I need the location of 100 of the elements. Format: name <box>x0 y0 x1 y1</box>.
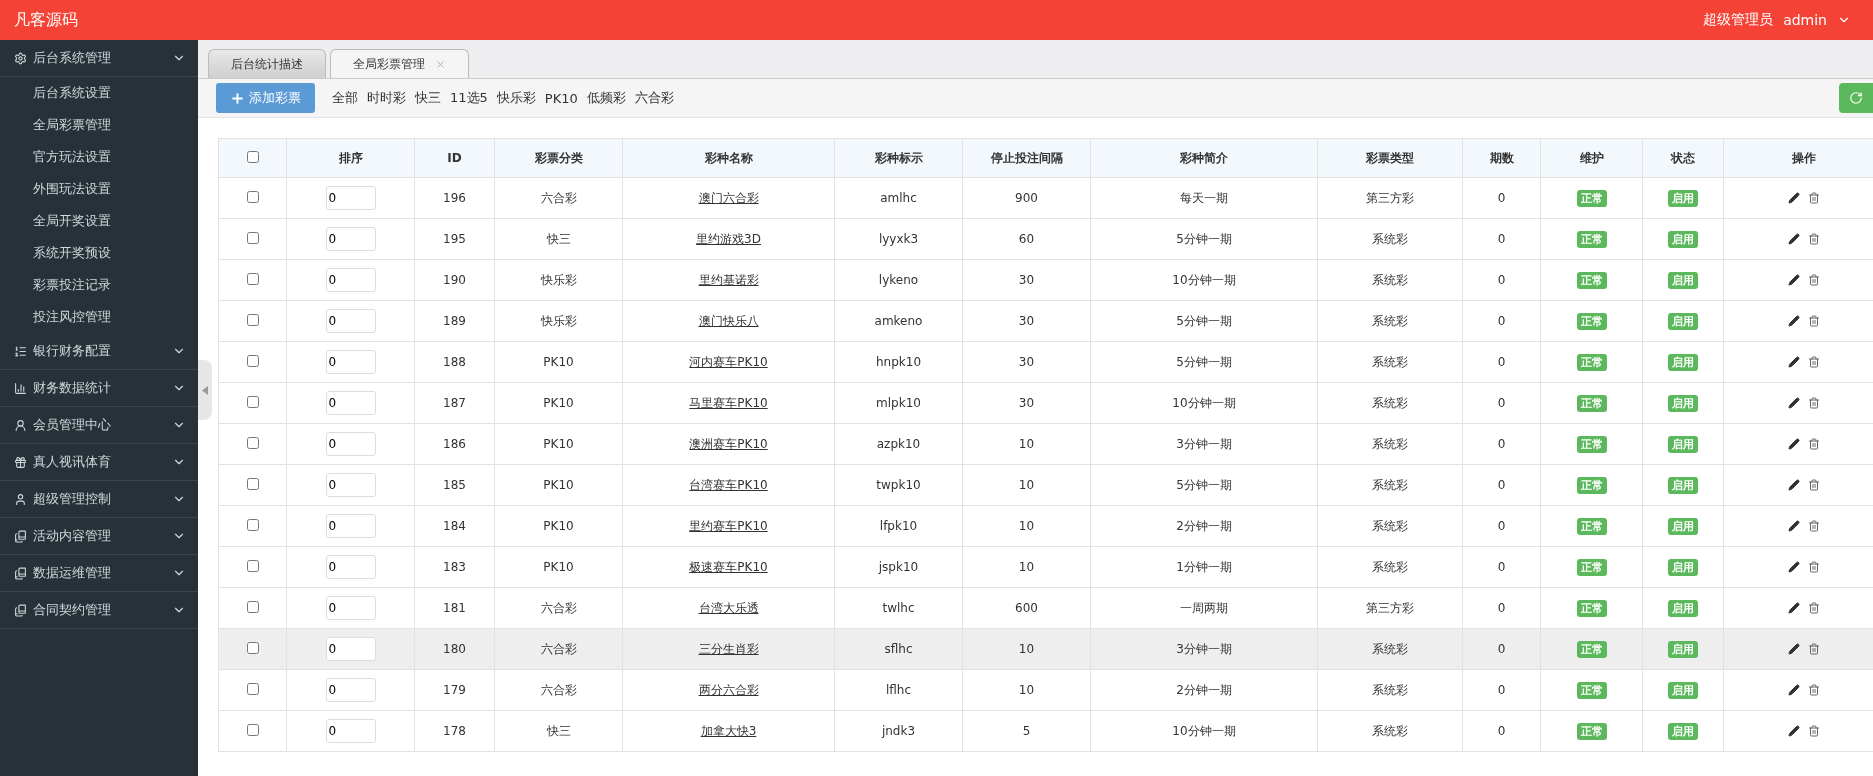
sidebar-item[interactable]: 系统开奖预设 <box>0 237 198 269</box>
table-row[interactable]: 0 183 PK10 极速赛车PK10 jspk10 10 1分钟一期 系统彩 0 正常 启用 <box>218 546 1873 588</box>
lottery-name-link[interactable]: 澳洲赛车PK10 <box>689 436 768 451</box>
table-row[interactable]: 0 180 六合彩 三分生肖彩 sflhc 10 3分钟一期 系统彩 0 正常 启用 <box>218 628 1873 670</box>
lottery-name-link[interactable]: 三分生肖彩 <box>698 641 759 656</box>
table-row[interactable]: 0 188 PK10 河内赛车PK10 hnpk10 30 5分钟一期 系统彩 0 正常 启用 <box>218 341 1873 383</box>
edit-icon[interactable] <box>1787 274 1800 286</box>
table-row[interactable]: 0 190 快乐彩 里约基诺彩 lykeno 30 10分钟一期 系统彩 0 正常 启用 <box>218 259 1873 301</box>
table-row[interactable]: 0 181 六合彩 台湾大乐透 twlhc 600 一周两期 第三方彩 0 正常 启用 <box>218 587 1873 629</box>
edit-icon[interactable] <box>1787 356 1800 368</box>
trash-icon[interactable] <box>1807 274 1820 286</box>
trash-icon[interactable] <box>1807 725 1820 737</box>
row-checkbox[interactable] <box>246 190 259 203</box>
trash-icon[interactable] <box>1807 684 1820 696</box>
tab[interactable]: 后台统计描述 <box>208 49 326 78</box>
edit-icon[interactable] <box>1787 725 1800 737</box>
filter-link[interactable]: PK10 <box>544 90 578 106</box>
row-checkbox[interactable] <box>246 272 259 285</box>
sort-input[interactable]: 0 <box>325 637 376 661</box>
sort-input[interactable]: 0 <box>325 514 376 538</box>
edit-icon[interactable] <box>1787 479 1800 491</box>
table-row[interactable]: 0 189 快乐彩 澳门快乐八 amkeno 30 5分钟一期 系统彩 0 正常 启用 <box>218 300 1873 342</box>
trash-icon[interactable] <box>1807 643 1820 655</box>
row-checkbox[interactable] <box>246 518 259 531</box>
lottery-name-link[interactable]: 河内赛车PK10 <box>689 354 768 369</box>
row-checkbox[interactable] <box>246 682 259 695</box>
sort-input[interactable]: 0 <box>325 350 376 374</box>
user-menu[interactable]: admin <box>1783 12 1827 28</box>
lottery-name-link[interactable]: 里约游戏3D <box>696 231 761 246</box>
table-row[interactable]: 0 187 PK10 马里赛车PK10 mlpk10 30 10分钟一期 系统彩 0 正常 启用 <box>218 382 1873 424</box>
row-checkbox[interactable] <box>246 477 259 490</box>
lottery-name-link[interactable]: 澳门六合彩 <box>698 190 759 205</box>
trash-icon[interactable] <box>1807 233 1820 245</box>
trash-icon[interactable] <box>1807 315 1820 327</box>
table-row[interactable]: 0 186 PK10 澳洲赛车PK10 azpk10 10 3分钟一期 系统彩 0 正常 启用 <box>218 423 1873 465</box>
sort-input[interactable]: 0 <box>325 473 376 497</box>
sort-input[interactable]: 0 <box>325 678 376 702</box>
lottery-name-link[interactable]: 台湾赛车PK10 <box>689 477 768 492</box>
select-all-checkbox[interactable] <box>246 150 259 163</box>
edit-icon[interactable] <box>1787 520 1800 532</box>
sort-input[interactable]: 0 <box>325 432 376 456</box>
edit-icon[interactable] <box>1787 233 1800 245</box>
sidebar-item[interactable]: 全局开奖设置 <box>0 205 198 237</box>
sidebar-item[interactable]: 彩票投注记录 <box>0 269 198 301</box>
tab[interactable]: 全局彩票管理 <box>330 49 469 78</box>
filter-link[interactable]: 时时彩 <box>367 89 406 107</box>
edit-icon[interactable] <box>1787 438 1800 450</box>
filter-link[interactable]: 11选5 <box>450 89 488 107</box>
edit-icon[interactable] <box>1787 192 1800 204</box>
edit-icon[interactable] <box>1787 397 1800 409</box>
sort-input[interactable]: 0 <box>325 309 376 333</box>
filter-link[interactable]: 快乐彩 <box>496 89 536 107</box>
filter-link[interactable]: 低频彩 <box>586 89 626 107</box>
sidebar-item[interactable]: 后台系统设置 <box>0 77 198 109</box>
sort-input[interactable]: 0 <box>325 186 376 210</box>
sort-input[interactable]: 0 <box>325 719 376 743</box>
edit-icon[interactable] <box>1787 602 1800 614</box>
row-checkbox[interactable] <box>246 600 259 613</box>
trash-icon[interactable] <box>1807 479 1820 491</box>
row-checkbox[interactable] <box>246 436 259 449</box>
row-checkbox[interactable] <box>246 559 259 572</box>
filter-link[interactable]: 六合彩 <box>634 89 674 107</box>
row-checkbox[interactable] <box>246 723 259 736</box>
sidebar-item[interactable]: 外围玩法设置 <box>0 173 198 205</box>
row-checkbox[interactable] <box>246 231 259 244</box>
sort-input[interactable]: 0 <box>325 268 376 292</box>
trash-icon[interactable] <box>1807 602 1820 614</box>
sort-input[interactable]: 0 <box>325 391 376 415</box>
edit-icon[interactable] <box>1787 315 1800 327</box>
table-row[interactable]: 0 196 六合彩 澳门六合彩 amlhc 900 每天一期 第三方彩 0 正常 启用 <box>218 177 1873 219</box>
table-row[interactable]: 0 179 六合彩 两分六合彩 lflhc 10 2分钟一期 系统彩 0 正常 启用 <box>218 669 1873 711</box>
table-row[interactable]: 0 185 PK10 台湾赛车PK10 twpk10 10 5分钟一期 系统彩 0 正常 启用 <box>218 464 1873 506</box>
sort-input[interactable]: 0 <box>325 555 376 579</box>
lottery-name-link[interactable]: 加拿大快3 <box>700 723 757 738</box>
edit-icon[interactable] <box>1787 684 1800 696</box>
sidebar-item[interactable]: 全局彩票管理 <box>0 109 198 141</box>
table-row[interactable]: 0 178 快三 加拿大快3 jndk3 5 10分钟一期 系统彩 0 正常 启用 <box>218 710 1873 752</box>
lottery-name-link[interactable]: 澳门快乐八 <box>698 313 759 328</box>
row-checkbox[interactable] <box>246 641 259 654</box>
lottery-name-link[interactable]: 里约基诺彩 <box>698 272 759 287</box>
filter-link[interactable]: 全部 <box>332 89 358 107</box>
table-row[interactable]: 0 184 PK10 里约赛车PK10 lfpk10 10 2分钟一期 系统彩 0 正常 启用 <box>218 505 1873 547</box>
lottery-name-link[interactable]: 两分六合彩 <box>698 682 759 697</box>
lottery-name-link[interactable]: 里约赛车PK10 <box>689 518 768 533</box>
collapse-handle[interactable] <box>198 360 212 420</box>
sidebar-item[interactable]: 官方玩法设置 <box>0 141 198 173</box>
table-row[interactable]: 0 195 快三 里约游戏3D lyyxk3 60 5分钟一期 系统彩 0 正常 启用 <box>218 218 1873 260</box>
row-checkbox[interactable] <box>246 395 259 408</box>
trash-icon[interactable] <box>1807 438 1820 450</box>
trash-icon[interactable] <box>1807 397 1820 409</box>
filter-link[interactable]: 快三 <box>415 89 441 107</box>
trash-icon[interactable] <box>1807 520 1820 532</box>
sidebar-item[interactable]: 投注风控管理 <box>0 301 198 333</box>
lottery-name-link[interactable]: 极速赛车PK10 <box>689 559 768 574</box>
edit-icon[interactable] <box>1787 643 1800 655</box>
sort-input[interactable]: 0 <box>325 227 376 251</box>
trash-icon[interactable] <box>1807 356 1820 368</box>
lottery-name-link[interactable]: 马里赛车PK10 <box>689 395 768 410</box>
trash-icon[interactable] <box>1807 561 1820 573</box>
row-checkbox[interactable] <box>246 313 259 326</box>
